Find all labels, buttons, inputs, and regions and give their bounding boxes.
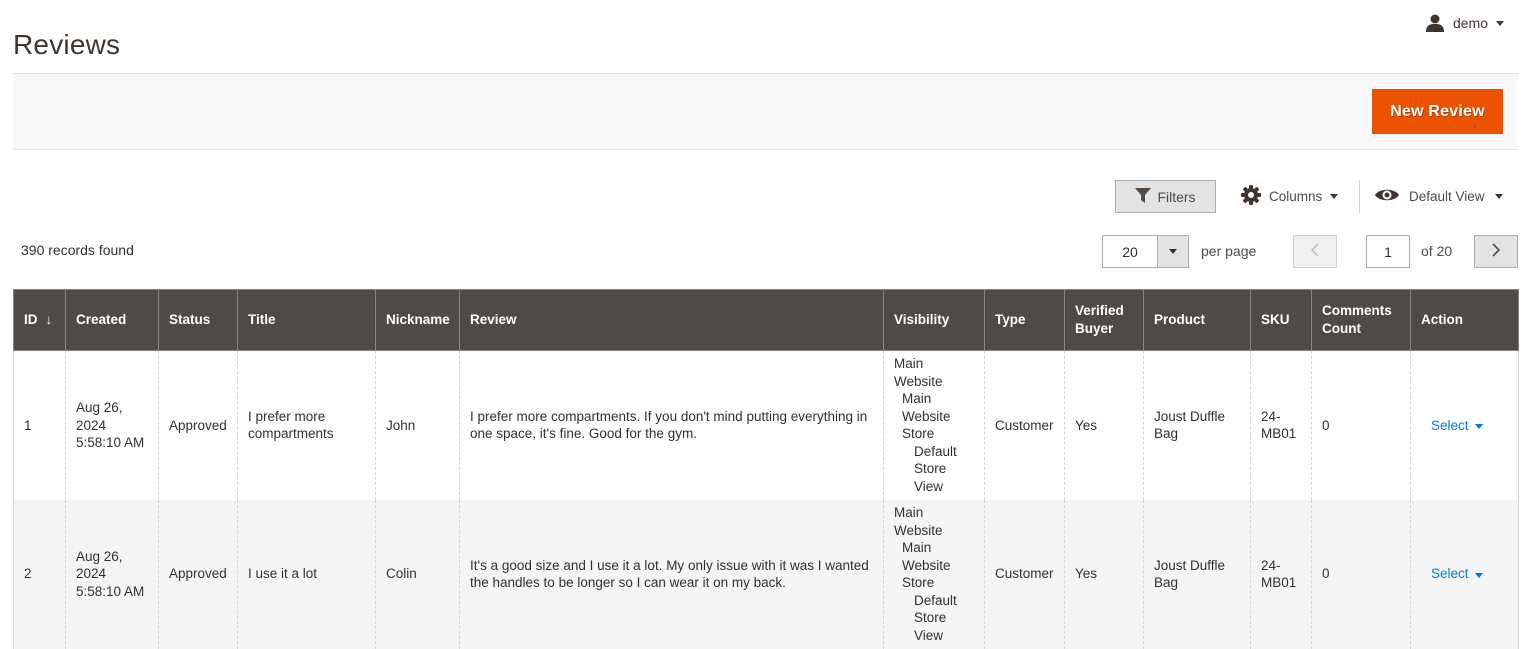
visibility-website: Main Website [894, 356, 943, 389]
per-page-dropdown-button[interactable] [1157, 236, 1188, 267]
admin-user-menu[interactable]: demo [1425, 14, 1504, 32]
pagination: 20 per page of 20 [0, 235, 1540, 268]
view-dropdown[interactable]: Default View [1375, 180, 1503, 213]
cell-review: It's a good size and I use it a lot. My … [459, 499, 884, 649]
chevron-down-icon [1474, 572, 1483, 578]
visibility-store: Main Website Store [902, 391, 951, 442]
action-select-dropdown[interactable]: Select [1421, 565, 1483, 583]
column-header-status[interactable]: Status [158, 289, 238, 351]
cell-status: Approved [158, 350, 238, 500]
visibility-website: Main Website [894, 505, 943, 538]
cell-visibility: Main Website Main Website Store Default … [883, 499, 985, 649]
action-select-dropdown[interactable]: Select [1421, 417, 1483, 435]
visibility-store-view: Default Store View [914, 592, 957, 643]
reviews-grid: ID ↓ Created Status Title Nickname Review… [13, 289, 1519, 649]
cell-status: Approved [158, 499, 238, 649]
sort-descending-icon: ↓ [45, 312, 53, 327]
cell-visibility: Main Website Main Website Store Default … [883, 350, 985, 500]
column-header-action: Action [1410, 289, 1519, 351]
column-header-type[interactable]: Type [984, 289, 1065, 351]
cell-product: Joust Duffle Bag [1143, 499, 1251, 649]
view-label: Default View [1409, 189, 1485, 204]
cell-nickname: Colin [375, 499, 460, 649]
gear-icon [1241, 185, 1261, 208]
page-title: Reviews [13, 28, 121, 60]
cell-comments-count: 0 [1311, 499, 1411, 649]
cell-verified-buyer: Yes [1064, 350, 1144, 500]
cell-created: Aug 26, 2024 5:58:10 AM [65, 499, 159, 649]
table-row[interactable]: 1 Aug 26, 2024 5:58:10 AM Approved I pre… [13, 350, 1519, 500]
chevron-right-icon [1491, 243, 1501, 260]
column-header-sku[interactable]: SKU [1250, 289, 1312, 351]
column-header-review[interactable]: Review [459, 289, 884, 351]
cell-product: Joust Duffle Bag [1143, 350, 1251, 500]
next-page-button[interactable] [1474, 235, 1518, 268]
total-pages: of 20 [1421, 243, 1453, 259]
cell-title: I prefer more compartments [237, 350, 376, 500]
chevron-down-icon [1330, 194, 1339, 199]
grid-toolbar: Filters Columns Default View [0, 180, 1540, 214]
filter-icon [1135, 187, 1152, 206]
columns-label: Columns [1269, 189, 1323, 204]
admin-username: demo [1452, 15, 1488, 31]
filters-label: Filters [1157, 188, 1196, 205]
per-page-value: 20 [1122, 243, 1138, 260]
chevron-down-icon [1169, 249, 1177, 254]
cell-sku: 24-MB01 [1250, 499, 1312, 649]
cell-sku: 24-MB01 [1250, 350, 1312, 500]
action-select-label: Select [1431, 566, 1469, 582]
toolbar-divider [1359, 180, 1360, 213]
cell-title: I use it a lot [237, 499, 376, 649]
user-icon [1425, 14, 1445, 32]
filters-button[interactable]: Filters [1115, 180, 1216, 213]
cell-review: I prefer more compartments. If you don't… [459, 350, 884, 500]
chevron-down-icon [1474, 423, 1483, 429]
cell-id: 1 [13, 350, 66, 500]
cell-nickname: John [375, 350, 460, 500]
column-header-nickname[interactable]: Nickname [375, 289, 460, 351]
cell-action: Select [1410, 350, 1519, 500]
column-header-visibility[interactable]: Visibility [883, 289, 985, 351]
page-actions-bar: New Review [13, 73, 1518, 150]
columns-dropdown[interactable]: Columns [1241, 180, 1339, 213]
cell-id: 2 [13, 499, 66, 649]
visibility-store: Main Website Store [902, 540, 951, 590]
per-page-label: per page [1201, 243, 1257, 259]
grid-header-row: ID ↓ Created Status Title Nickname Review… [13, 289, 1519, 351]
visibility-store-view: Default Store View [914, 443, 957, 494]
column-header-verified-buyer[interactable]: Verified Buyer [1064, 289, 1144, 351]
new-review-button[interactable]: New Review [1372, 89, 1503, 134]
cell-created: Aug 26, 2024 5:58:10 AM [65, 350, 159, 500]
column-header-created[interactable]: Created [65, 289, 159, 351]
per-page-select[interactable]: 20 [1102, 235, 1189, 268]
chevron-down-icon [1496, 20, 1504, 26]
eye-icon [1375, 188, 1399, 205]
cell-verified-buyer: Yes [1064, 499, 1144, 649]
action-select-label: Select [1431, 417, 1469, 433]
cell-type: Customer [984, 350, 1065, 500]
column-header-product[interactable]: Product [1143, 289, 1251, 351]
column-header-id[interactable]: ID ↓ [13, 289, 66, 351]
column-header-title[interactable]: Title [237, 289, 376, 351]
table-row[interactable]: 2 Aug 26, 2024 5:58:10 AM Approved I use… [13, 499, 1519, 649]
chevron-left-icon [1310, 243, 1320, 260]
cell-action: Select [1410, 499, 1519, 649]
cell-comments-count: 0 [1311, 350, 1411, 500]
cell-type: Customer [984, 499, 1065, 649]
current-page-input[interactable] [1366, 235, 1410, 268]
previous-page-button[interactable] [1293, 235, 1337, 268]
chevron-down-icon [1494, 194, 1503, 199]
column-header-comments-count[interactable]: Comments Count [1311, 289, 1411, 351]
